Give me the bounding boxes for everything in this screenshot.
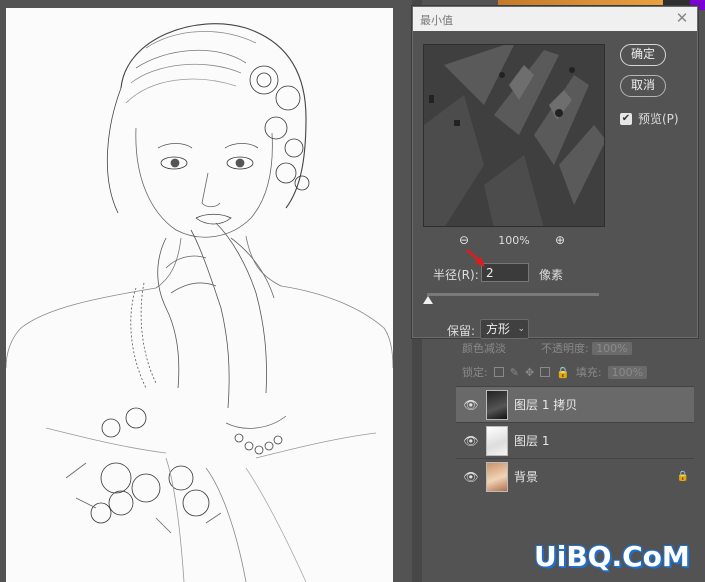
- layer-row-1[interactable]: 👁 图层 1: [456, 422, 694, 458]
- preview-checkbox-row[interactable]: ✔ 预览(P): [620, 110, 679, 127]
- eye-icon[interactable]: 👁: [456, 434, 486, 448]
- zoom-in-icon[interactable]: ⊕: [555, 233, 569, 247]
- ok-button[interactable]: 确定: [620, 44, 666, 66]
- sketch-image: [6, 8, 393, 582]
- blend-mode-row[interactable]: 颜色减淡 不透明度: 100%: [462, 340, 632, 356]
- zoom-controls: ⊖ 100% ⊕: [459, 233, 569, 247]
- preserve-label: 保留:: [447, 324, 476, 338]
- preview-checkbox[interactable]: ✔: [620, 112, 632, 125]
- preview-image: [424, 45, 604, 226]
- lock-paint-icon[interactable]: ✎: [510, 366, 519, 379]
- cancel-button[interactable]: 取消: [620, 75, 666, 97]
- zoom-value: 100%: [498, 233, 530, 247]
- layer-name: 图层 1 拷贝: [514, 398, 578, 412]
- lock-row: 锁定: ✎ ✥ 🔒 填充: 100%: [462, 364, 648, 380]
- radius-slider-track[interactable]: [427, 293, 599, 296]
- document-canvas[interactable]: [0, 0, 412, 582]
- opacity-label: 不透明度:: [540, 342, 589, 355]
- layer-thumbnail: [486, 461, 508, 492]
- layer-row-background[interactable]: 👁 背景 🔒: [456, 458, 694, 494]
- layer-thumbnail: [486, 389, 508, 420]
- lock-artboard-icon[interactable]: [540, 367, 551, 377]
- annotation-arrow-icon: [466, 249, 485, 267]
- eye-icon[interactable]: 👁: [456, 398, 486, 412]
- preserve-value: 方形: [486, 322, 511, 336]
- radius-unit: 像素: [539, 268, 564, 282]
- chevron-down-icon: ⌄: [517, 324, 525, 334]
- layer-name: 图层 1: [514, 434, 550, 448]
- pencil-sketch-portrait: [6, 23, 393, 582]
- lock-icon: 🔒: [676, 471, 690, 482]
- opacity-field[interactable]: 100%: [592, 342, 632, 355]
- dialog-title: 最小值: [420, 14, 453, 27]
- filter-preview[interactable]: [423, 44, 605, 227]
- watermark: UiBQ.CoM: [534, 540, 690, 573]
- lock-transparency-icon[interactable]: [493, 367, 504, 377]
- eye-icon[interactable]: 👁: [456, 470, 486, 484]
- radius-slider-thumb[interactable]: [423, 296, 433, 304]
- blend-mode-select[interactable]: 颜色减淡: [462, 342, 506, 355]
- preserve-select[interactable]: 方形 ⌄: [480, 319, 529, 339]
- layer-thumbnail: [486, 425, 508, 456]
- fill-field[interactable]: 100%: [607, 365, 648, 379]
- dialog-title-bar[interactable]: 最小值 ✕: [413, 7, 697, 31]
- preview-label: 预览(P): [638, 112, 679, 126]
- close-icon[interactable]: ✕: [673, 9, 691, 27]
- layer-row-copy[interactable]: 👁 图层 1 拷贝: [456, 386, 694, 422]
- lock-all-icon[interactable]: 🔒: [556, 366, 570, 379]
- zoom-out-icon[interactable]: ⊖: [459, 233, 473, 247]
- lock-position-icon[interactable]: ✥: [525, 366, 534, 379]
- fill-label: 填充:: [575, 366, 602, 379]
- layer-name: 背景: [514, 470, 539, 484]
- minimum-filter-dialog: 最小值 ✕ 确定 取消 ✔ 预览(P) ⊖ 100% ⊕ 半径(R): 2 像素…: [412, 6, 698, 339]
- lock-label: 锁定:: [462, 366, 488, 379]
